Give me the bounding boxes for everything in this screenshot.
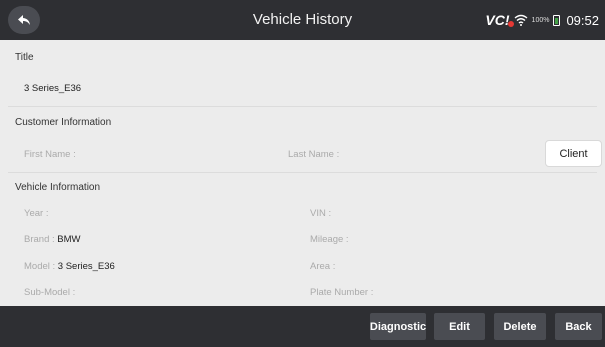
battery-percent: 100% <box>531 16 550 24</box>
last-name-label: Last Name : <box>288 149 340 160</box>
clock-time: 09:52 <box>566 12 599 28</box>
back-button[interactable]: Back <box>555 313 602 340</box>
title-value: 3 Series_E36 <box>24 83 82 94</box>
vehicle-information-heading: Vehicle Information <box>15 182 101 193</box>
last-name-field: Last Name : <box>288 149 339 160</box>
mileage-field: Mileage : <box>310 234 349 245</box>
edit-button[interactable]: Edit <box>434 313 485 340</box>
model-field: Model : 3 Series_E36 <box>24 261 115 272</box>
model-label: Model : <box>24 261 56 272</box>
vci-label: VC! <box>485 12 510 28</box>
first-name-label: First Name : <box>24 149 76 160</box>
title-heading: Title <box>15 52 34 63</box>
mileage-label: Mileage : <box>310 234 349 245</box>
submodel-label: Sub-Model : <box>24 287 76 298</box>
vin-field: VIN : <box>310 208 331 219</box>
delete-button[interactable]: Delete <box>494 313 546 340</box>
divider <box>8 172 597 173</box>
area-label: Area : <box>310 261 336 272</box>
wifi-icon <box>514 14 528 26</box>
vin-label: VIN : <box>310 208 332 219</box>
year-field: Year : <box>24 208 48 219</box>
divider <box>8 106 597 107</box>
brand-label: Brand : <box>24 234 55 245</box>
status-area: VC! 100% 09:52 <box>485 0 599 40</box>
submodel-field: Sub-Model : <box>24 287 75 298</box>
customer-information-heading: Customer Information <box>15 117 112 128</box>
vci-disconnected-dot <box>507 21 514 27</box>
client-button[interactable]: Client <box>545 140 602 167</box>
year-label: Year : <box>24 208 49 219</box>
vci-status-icon: VC! <box>485 12 514 28</box>
diagnostic-button[interactable]: Diagnostic <box>370 313 426 340</box>
brand-field: Brand : BMW <box>24 234 81 245</box>
model-value: 3 Series_E36 <box>57 261 115 272</box>
first-name-field: First Name : <box>24 149 76 160</box>
top-bar: Vehicle History VC! 100% 09:52 <box>0 0 605 40</box>
area-field: Area : <box>310 261 335 272</box>
plate-number-field: Plate Number : <box>310 287 373 298</box>
battery-icon <box>553 14 561 26</box>
plate-number-label: Plate Number : <box>310 287 374 298</box>
brand-value: BMW <box>57 234 81 245</box>
bottom-toolbar: Diagnostic Edit Delete Back <box>0 306 605 347</box>
